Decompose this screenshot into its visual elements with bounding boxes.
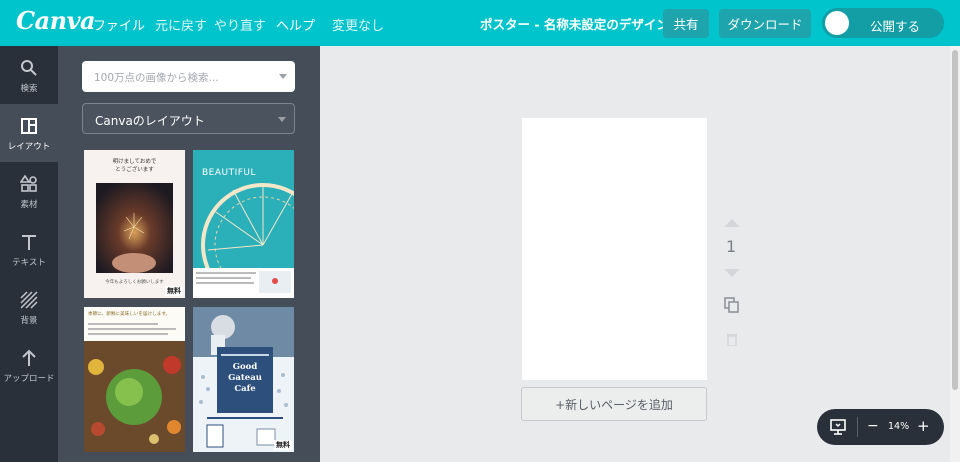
document-title[interactable]: ポスター - 名称未設定のデザイン	[480, 14, 669, 33]
thumbnail-text: Good Gateau Cafe	[228, 362, 262, 394]
rail-item-text[interactable]: テキスト	[0, 220, 58, 278]
layout-thumbnail-ferris-wheel[interactable]: BEAUTIFUL	[193, 150, 294, 298]
layout-dropdown[interactable]: Canvaのレイアウト	[82, 103, 295, 134]
free-badge: 無料	[274, 440, 292, 450]
toggle-knob	[825, 11, 849, 35]
download-button[interactable]: ダウンロード	[719, 9, 811, 38]
page-down-icon[interactable]	[724, 269, 740, 277]
copy-page-icon[interactable]	[724, 297, 740, 313]
rail-item-search[interactable]: 検索	[0, 46, 58, 104]
present-icon[interactable]	[830, 419, 846, 435]
zoom-out-button[interactable]: −	[867, 418, 879, 434]
layout-thumbnail-sparkler[interactable]: 明けましておめで とうございます 今年もよろしくお願いします 無料	[84, 150, 185, 298]
rail-item-upload[interactable]: アップロード	[0, 336, 58, 394]
menu-help[interactable]: ヘルプ	[276, 15, 315, 34]
free-badge: 無料	[165, 286, 183, 296]
rail-item-background[interactable]: 背景	[0, 278, 58, 336]
layout-panel: 100万点の画像から検索... Canvaのレイアウト 明けましておめで とうご…	[58, 46, 320, 462]
delete-page-icon[interactable]	[726, 332, 738, 346]
thumbnail-footer: 今年もよろしくお願いします	[105, 280, 164, 285]
share-button[interactable]: 共有	[663, 9, 709, 38]
zoom-divider	[857, 417, 858, 437]
background-pattern-icon	[20, 291, 38, 309]
salad-photo	[84, 323, 185, 452]
zoom-control: − 14% +	[817, 409, 944, 445]
search-placeholder: 100万点の画像から検索...	[94, 72, 219, 84]
publish-label: 公開する	[870, 19, 921, 34]
rail-label-elements: 素材	[20, 200, 38, 210]
publish-toggle[interactable]: 公開する	[822, 8, 944, 38]
zoom-level[interactable]: 14%	[888, 421, 909, 432]
menu-redo[interactable]: やり直す	[214, 15, 266, 34]
rail-label-layout: レイアウト	[7, 142, 51, 152]
rail-item-layout[interactable]: レイアウト	[0, 104, 58, 162]
menu-file[interactable]: ファイル	[93, 15, 145, 34]
save-status: 変更なし	[332, 19, 385, 34]
upload-arrow-icon	[22, 349, 36, 366]
thumbnail-text: 明けましておめで とうございます	[112, 159, 157, 173]
design-page[interactable]	[522, 118, 707, 380]
layout-thumbnail-cafe[interactable]: Good Gateau Cafe 無料	[193, 307, 294, 452]
rail-item-elements[interactable]: 素材	[0, 162, 58, 220]
vertical-scrollbar[interactable]	[950, 46, 960, 462]
search-icon	[21, 60, 37, 76]
menu-undo[interactable]: 元に戻す	[155, 15, 207, 34]
sidebar-rail: 検索 レイアウト 素材 テキスト 背景 アップロード	[0, 46, 58, 462]
rail-label-text: テキスト	[12, 258, 46, 268]
page-up-icon[interactable]	[724, 219, 740, 227]
image-search-input[interactable]: 100万点の画像から検索...	[82, 61, 295, 92]
rail-label-background: 背景	[20, 316, 38, 326]
scrollbar-thumb[interactable]	[952, 50, 958, 390]
page-number: 1	[726, 237, 737, 256]
text-icon	[22, 235, 36, 250]
layout-dropdown-value: Canvaのレイアウト	[95, 114, 205, 128]
canvas-area: +新しいページを追加 1	[320, 46, 950, 462]
thumbnail-text: BEAUTIFUL	[202, 168, 257, 178]
add-page-button[interactable]: +新しいページを追加	[521, 387, 707, 421]
rail-label-upload: アップロード	[3, 374, 55, 384]
zoom-in-button[interactable]: +	[917, 417, 930, 435]
sparkler-photo	[96, 183, 173, 273]
chevron-down-icon	[279, 74, 287, 79]
layout-icon	[21, 118, 37, 134]
rail-label-search: 検索	[20, 84, 38, 94]
layout-thumbnail-salad[interactable]: 季節に、新鮮に美味しいを届けします。	[84, 307, 185, 452]
shapes-icon	[20, 175, 37, 192]
chevron-down-icon	[278, 117, 286, 122]
top-bar: Canva ファイル 元に戻す やり直す ヘルプ 変更なし ポスター - 名称未…	[0, 0, 960, 46]
canva-logo[interactable]: Canva	[16, 6, 96, 35]
